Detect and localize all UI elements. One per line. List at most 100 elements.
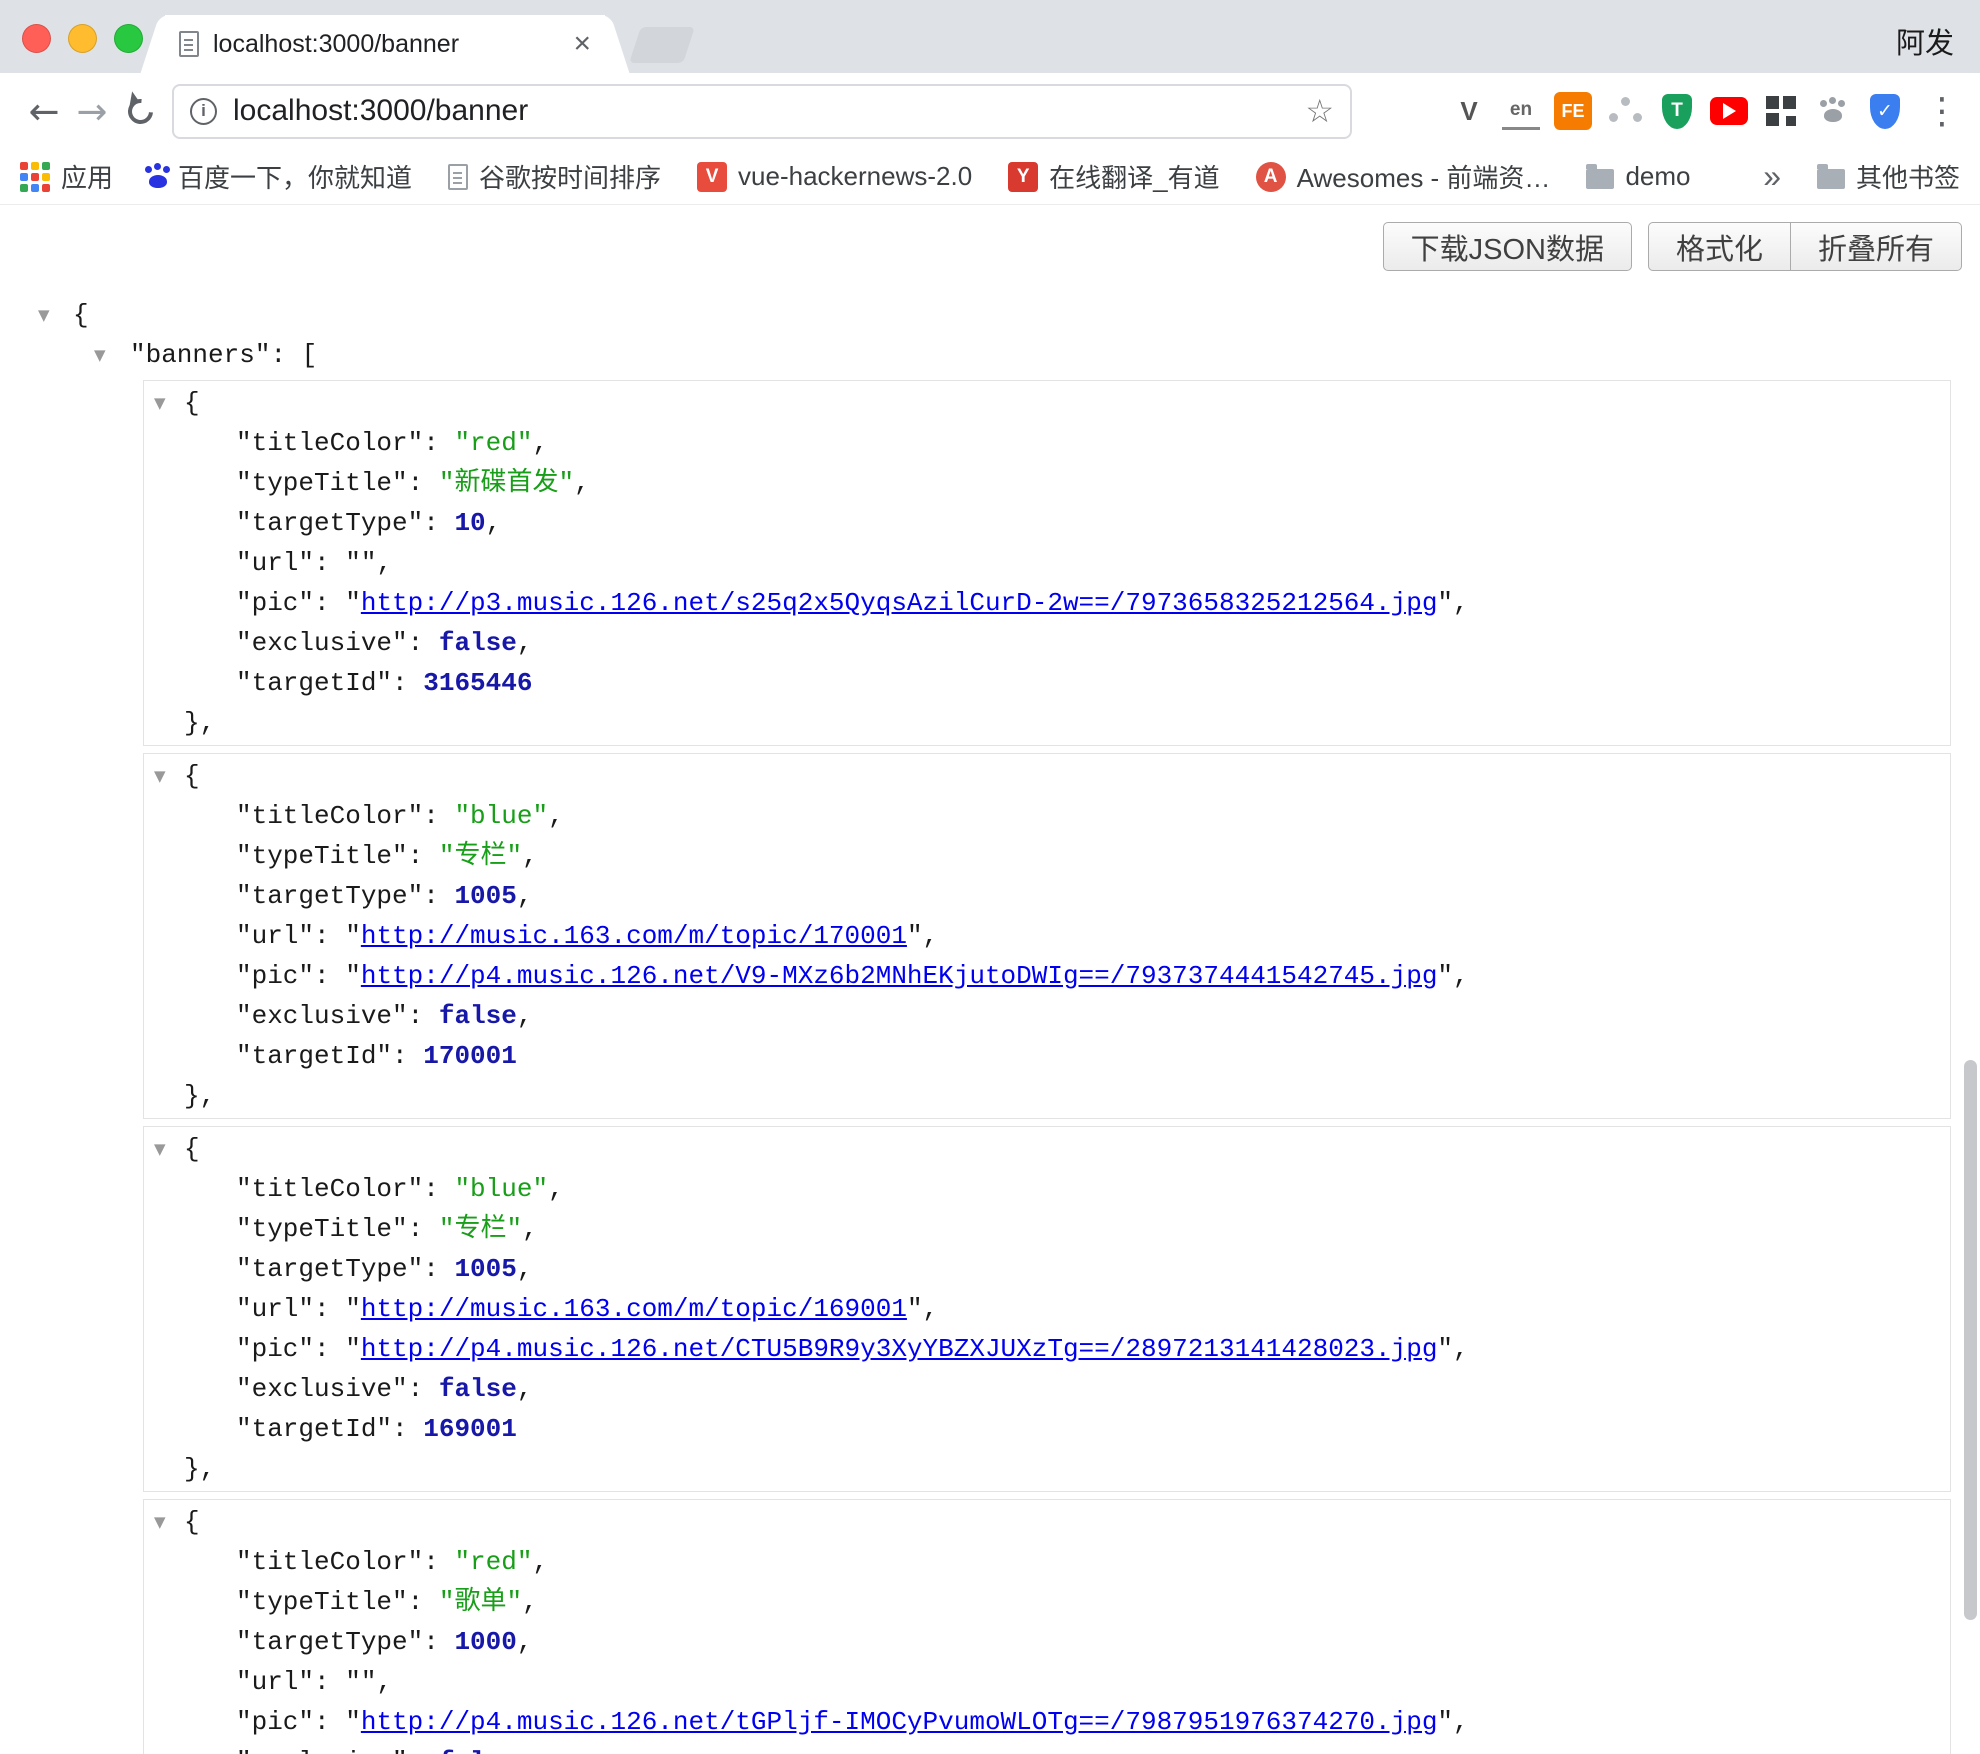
json-field-targetId: "targetId": 3165446 — [144, 663, 1950, 703]
tab-bar: localhost:3000/banner × 阿发 — [0, 0, 1980, 73]
collapse-triangle-icon[interactable]: ▼ — [38, 295, 50, 335]
youdao-badge-icon: Y — [1008, 162, 1038, 192]
json-object-open: ▼{ — [144, 383, 1950, 423]
new-tab-button[interactable] — [629, 27, 695, 63]
json-url-link[interactable]: http://p3.music.126.net/s25q2x5QyqsAzilC… — [361, 588, 1438, 618]
json-field-targetType: "targetType": 1005, — [144, 876, 1950, 916]
translate-extension-icon[interactable]: en — [1502, 92, 1540, 130]
other-bookmarks-folder[interactable]: 其他书签 — [1817, 158, 1960, 195]
bookmark-demo-folder[interactable]: demo — [1586, 161, 1690, 192]
collapse-triangle-icon[interactable]: ▼ — [154, 756, 166, 796]
bookmark-apps[interactable]: 应用 — [20, 158, 113, 195]
bookmark-youdao-translate[interactable]: Y 在线翻译_有道 — [1008, 158, 1219, 195]
bookmark-baidu[interactable]: 百度一下，你就知道 — [149, 158, 412, 195]
bookmark-awesomes[interactable]: A Awesomes - 前端资… — [1256, 158, 1551, 195]
address-bar[interactable]: i localhost:3000/banner ☆ — [172, 84, 1352, 139]
scrollbar-thumb[interactable] — [1964, 1060, 1977, 1620]
json-field-titleColor: "titleColor": "blue", — [144, 796, 1950, 836]
format-button[interactable]: 格式化 — [1648, 222, 1791, 271]
shield-extension-icon[interactable]: T — [1658, 92, 1696, 130]
json-field-targetType: "targetType": 1005, — [144, 1249, 1950, 1289]
download-json-button[interactable]: 下载JSON数据 — [1383, 222, 1632, 271]
traffic-lights — [22, 24, 143, 53]
extensions-area: V en FE T ✓ ⋮ — [1366, 91, 1960, 132]
json-url-link[interactable]: http://music.163.com/m/topic/169001 — [361, 1294, 907, 1324]
json-banners-key: ▼"banners": [ — [0, 335, 1980, 375]
browser-tab[interactable]: localhost:3000/banner × — [165, 15, 605, 73]
json-field-exclusive: "exclusive": false, — [144, 623, 1950, 663]
tab-favicon-page-icon — [179, 31, 199, 57]
json-field-targetType: "targetType": 10, — [144, 503, 1950, 543]
json-field-typeTitle: "typeTitle": "新碟首发", — [144, 463, 1950, 503]
network-extension-icon[interactable] — [1606, 92, 1644, 130]
bookmark-google-sort[interactable]: 谷歌按时间排序 — [448, 158, 661, 195]
youtube-extension-icon[interactable] — [1710, 92, 1748, 130]
close-window-button[interactable] — [22, 24, 51, 53]
browser-menu-icon[interactable]: ⋮ — [1924, 91, 1960, 132]
collapse-triangle-icon[interactable]: ▼ — [154, 383, 166, 423]
json-field-url: "url": "http://music.163.com/m/topic/170… — [144, 916, 1950, 956]
bookmark-star-icon[interactable]: ☆ — [1305, 92, 1334, 130]
blue-shield-extension-icon[interactable]: ✓ — [1866, 92, 1904, 130]
fe-extension-icon[interactable]: FE — [1554, 92, 1592, 130]
apps-grid-icon — [20, 162, 50, 192]
paw-extension-icon[interactable] — [1814, 92, 1852, 130]
paw-icon — [1824, 109, 1842, 122]
collapse-triangle-icon[interactable]: ▼ — [94, 335, 106, 375]
json-url-link[interactable]: http://p4.music.126.net/CTU5B9R9y3XyYBZX… — [361, 1334, 1438, 1364]
json-field-url: "url": "", — [144, 1662, 1950, 1702]
banner-object-2: ▼{"titleColor": "blue","typeTitle": "专栏"… — [143, 1126, 1951, 1492]
vimium-extension-icon[interactable]: V — [1450, 92, 1488, 130]
banner-object-0: ▼{"titleColor": "red","typeTitle": "新碟首发… — [143, 380, 1951, 746]
json-root-open: ▼{ — [0, 295, 1980, 335]
json-field-titleColor: "titleColor": "blue", — [144, 1169, 1950, 1209]
green-shield-icon: T — [1662, 94, 1692, 129]
json-field-exclusive: "exclusive": false, — [144, 996, 1950, 1036]
blue-shield-check-icon: ✓ — [1870, 94, 1900, 129]
json-url-link[interactable]: http://p4.music.126.net/V9-MXz6b2MNhEKju… — [361, 961, 1438, 991]
json-url-link[interactable]: http://p4.music.126.net/tGPljf-IMOCyPvum… — [361, 1707, 1438, 1737]
json-field-pic: "pic": "http://p4.music.126.net/tGPljf-I… — [144, 1702, 1950, 1742]
tab-close-icon[interactable]: × — [573, 29, 591, 59]
bookmark-vue-hackernews[interactable]: V vue-hackernews-2.0 — [697, 161, 972, 192]
json-field-pic: "pic": "http://p4.music.126.net/V9-MXz6b… — [144, 956, 1950, 996]
bookmarks-bar: 应用 百度一下，你就知道 谷歌按时间排序 V vue-hackernews-2.… — [0, 149, 1980, 205]
json-object-open: ▼{ — [144, 1502, 1950, 1542]
navigation-bar: ← → i localhost:3000/banner ☆ V en FE T … — [0, 73, 1980, 149]
json-field-targetType: "targetType": 1000, — [144, 1622, 1950, 1662]
reload-button[interactable] — [116, 87, 164, 135]
page-toolbar: 下载JSON数据 格式化 折叠所有 — [0, 222, 1962, 271]
collapse-all-button[interactable]: 折叠所有 — [1791, 222, 1962, 271]
json-field-titleColor: "titleColor": "red", — [144, 1542, 1950, 1582]
json-field-pic: "pic": "http://p4.music.126.net/CTU5B9R9… — [144, 1329, 1950, 1369]
back-button[interactable]: ← — [20, 87, 68, 135]
youtube-play-icon — [1710, 97, 1748, 125]
bookmarks-overflow-icon[interactable]: » — [1763, 158, 1781, 195]
json-field-typeTitle: "typeTitle": "专栏", — [144, 1209, 1950, 1249]
tab-title: localhost:3000/banner — [213, 30, 561, 59]
info-icon[interactable]: i — [190, 98, 217, 125]
json-object-close: }, — [144, 1076, 1950, 1116]
zoom-window-button[interactable] — [114, 24, 143, 53]
json-url-link[interactable]: http://music.163.com/m/topic/170001 — [361, 921, 907, 951]
json-object-open: ▼{ — [144, 756, 1950, 796]
url-text: localhost:3000/banner — [233, 94, 528, 128]
collapse-triangle-icon[interactable]: ▼ — [154, 1129, 166, 1169]
json-object-open: ▼{ — [144, 1129, 1950, 1169]
json-field-titleColor: "titleColor": "red", — [144, 423, 1950, 463]
banner-object-3: ▼{"titleColor": "red","typeTitle": "歌单",… — [143, 1499, 1951, 1754]
json-tree: ▼{▼"banners": [▼{"titleColor": "red","ty… — [0, 295, 1980, 1754]
json-field-pic: "pic": "http://p3.music.126.net/s25q2x5Q… — [144, 583, 1950, 623]
vue-badge-icon: V — [697, 162, 727, 192]
json-object-close: }, — [144, 1449, 1950, 1489]
banner-object-1: ▼{"titleColor": "blue","typeTitle": "专栏"… — [143, 753, 1951, 1119]
minimize-window-button[interactable] — [68, 24, 97, 53]
collapse-triangle-icon[interactable]: ▼ — [154, 1502, 166, 1542]
json-field-typeTitle: "typeTitle": "专栏", — [144, 836, 1950, 876]
json-field-targetId: "targetId": 169001 — [144, 1409, 1950, 1449]
qrcode-extension-icon[interactable] — [1762, 92, 1800, 130]
forward-button[interactable]: → — [68, 87, 116, 135]
profile-name[interactable]: 阿发 — [1896, 20, 1954, 62]
folder-icon — [1586, 169, 1614, 189]
json-field-typeTitle: "typeTitle": "歌单", — [144, 1582, 1950, 1622]
